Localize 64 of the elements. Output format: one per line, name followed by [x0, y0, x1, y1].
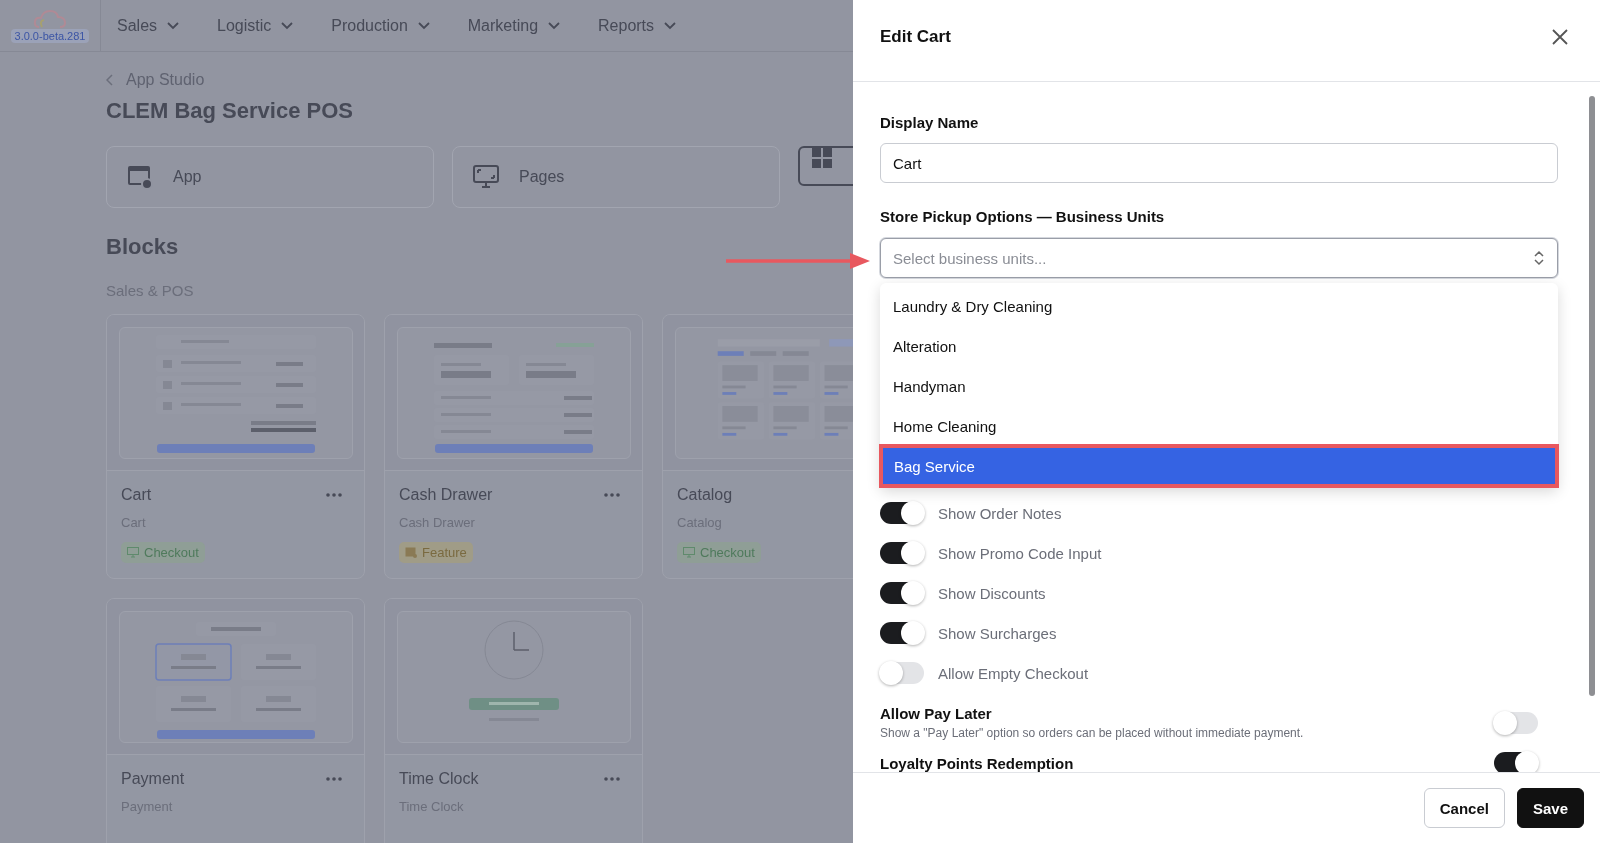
version-badge: 3.0.0-beta.281	[10, 28, 90, 43]
save-button[interactable]: Save	[1516, 788, 1584, 828]
block-title: Cash Drawer	[399, 486, 493, 504]
dropdown-option[interactable]: Handyman	[880, 366, 1558, 406]
setting-title: Allow Pay Later	[880, 705, 993, 722]
section-tab[interactable]: App	[106, 146, 434, 208]
chevron-down-icon	[281, 21, 294, 30]
field-label: Display Name	[880, 113, 980, 133]
toggle-switch[interactable]	[880, 542, 924, 564]
toggle-switch[interactable]	[880, 662, 924, 684]
toggle-label: Show Promo Code Input	[938, 544, 1102, 562]
toggle-label: Show Discounts	[938, 584, 1046, 602]
setting-description: Show a "Pay Later" option so orders can be placed without immediate payment.	[880, 726, 1304, 740]
nav-menu[interactable]: Reports	[598, 16, 677, 35]
setting-title: Loyalty Points Redemption	[880, 754, 1074, 772]
field-label: Store Pickup Options — Business Units	[880, 207, 1166, 227]
app-window-icon	[127, 164, 153, 190]
nav-menu[interactable]: Sales	[117, 16, 180, 35]
chevron-down-icon	[548, 21, 561, 30]
close-icon[interactable]	[1552, 28, 1568, 45]
monitor-icon	[127, 547, 139, 558]
monitor-icon	[473, 165, 499, 189]
toggle-label: Show Order Notes	[938, 504, 1062, 522]
toggle-switch[interactable]	[1494, 711, 1538, 734]
block-title: Catalog	[677, 486, 733, 504]
nav-menu[interactable]: Marketing	[467, 16, 561, 35]
block-title: Time Clock	[399, 770, 479, 788]
toggle-label: Allow Empty Checkout	[938, 664, 1089, 682]
grid-icon	[812, 148, 832, 168]
block-title: Cart	[121, 486, 152, 504]
toggle-switch[interactable]	[1494, 752, 1538, 772]
cloud-logo-icon	[33, 8, 67, 29]
more-options-icon[interactable]	[604, 493, 620, 497]
toggle-switch[interactable]	[880, 622, 924, 644]
dropdown-option[interactable]: Laundry & Dry Cleaning	[880, 286, 1558, 326]
cancel-button[interactable]: Cancel	[1423, 788, 1505, 828]
more-options-icon[interactable]	[326, 777, 342, 781]
section-heading: Blocks	[106, 234, 180, 260]
section-tab[interactable]: Pages	[452, 146, 780, 208]
chevron-down-icon	[167, 21, 180, 30]
chevron-down-icon	[417, 21, 430, 30]
category-tag: Checkout	[121, 542, 205, 563]
app-window-icon	[405, 547, 417, 558]
dropdown-option[interactable]: Bag Service	[881, 446, 1557, 486]
category-tag: Checkout	[677, 542, 761, 563]
chevron-left-icon	[106, 74, 114, 86]
nav-menu[interactable]: Logistic	[217, 16, 294, 35]
dropdown-option[interactable]: Home Cleaning	[880, 406, 1558, 446]
dropdown-option[interactable]: Alteration	[880, 326, 1558, 366]
more-options-icon[interactable]	[326, 493, 342, 497]
more-options-icon[interactable]	[604, 777, 620, 781]
display-name-field[interactable]: Cart	[880, 143, 1558, 183]
toggle-switch[interactable]	[880, 582, 924, 604]
chevron-down-icon	[664, 21, 677, 30]
toggle-label: Show Surcharges	[938, 624, 1057, 642]
page-title: CLEM Bag Service POS	[106, 98, 354, 124]
category-tag: Feature	[399, 542, 473, 563]
nav-menu[interactable]: Production	[331, 16, 430, 35]
business-units-select[interactable]: Select business units...	[880, 238, 1558, 278]
toggle-switch[interactable]	[880, 502, 924, 524]
drawer-title: Edit Cart	[880, 26, 951, 47]
monitor-icon	[683, 547, 695, 558]
block-title: Payment	[121, 770, 185, 788]
sort-arrows-icon	[1534, 250, 1544, 266]
